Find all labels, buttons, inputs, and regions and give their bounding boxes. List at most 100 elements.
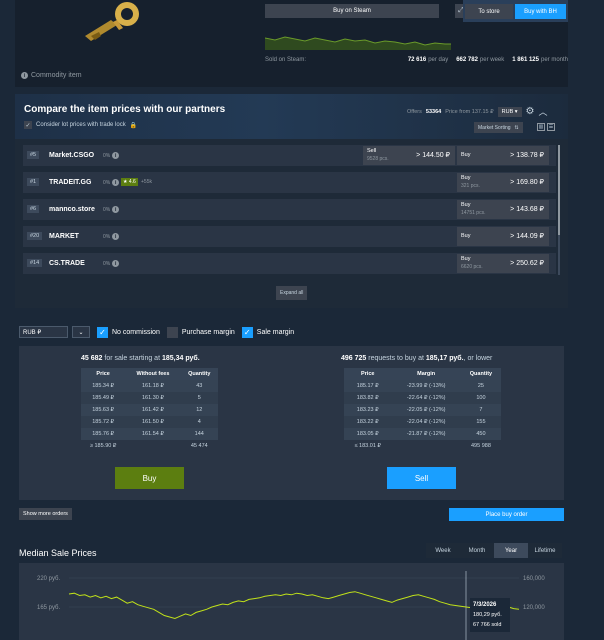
view-toggle: ▥ ☰	[537, 123, 555, 131]
table-cell: -22.05 ₽ (-12%)	[391, 404, 461, 416]
no-commission-checkbox[interactable]: ✓	[97, 326, 108, 338]
table-summary-row: ≤ 183.01 ₽ 495 988	[344, 440, 501, 452]
table-cell: 185.63 ₽	[81, 404, 126, 416]
table-header: Price	[81, 368, 126, 380]
buy-orders-heading: 496 725 requests to buy at 185,17 руб., …	[341, 355, 493, 362]
partner-logo[interactable]: Market.CSGO	[49, 149, 94, 161]
table-cell: 185.17 ₽	[344, 380, 392, 392]
show-more-orders-button[interactable]: Show more orders	[19, 508, 72, 520]
buy-with-bh-button[interactable]: Buy with BH	[515, 4, 566, 19]
chevron-down-icon[interactable]: ⌄	[72, 326, 90, 338]
place-buy-order-button[interactable]: Place buy order	[449, 508, 564, 521]
sell-orders-heading: 45 682 for sale starting at 185,34 руб.	[81, 355, 200, 362]
partner-name: Market.CSGO	[49, 151, 95, 159]
order-filters: RUB ₽ ⌄ ✓ No commission Purchase margin …	[19, 326, 294, 338]
buy-button[interactable]: Buy	[115, 467, 184, 489]
table-row: 183.23 ₽ -22.05 ₽ (-12%) 7	[344, 404, 501, 416]
lot-price-option[interactable]: ✓ Consider lot prices with trade lock 🔒	[24, 121, 137, 129]
info-icon[interactable]: i	[112, 179, 120, 186]
partner-commission: 0% i	[103, 206, 120, 213]
partner-row[interactable]: #5 Market.CSGO 0% i Sell 9528 pcs. > 144.50 ₽ B…	[23, 145, 556, 166]
table-cell: ≤ 183.01 ₽	[344, 440, 392, 452]
grid-view-icon[interactable]: ▥	[537, 123, 545, 131]
table-cell: 450	[460, 428, 501, 440]
table-cell: 144	[180, 428, 218, 440]
partner-rank: #5	[27, 151, 40, 159]
buy-orders-table: Price Margin Quantity 185.17 ₽ -23.99 ₽ (-13…	[344, 368, 501, 452]
purchase-margin-label: Purchase margin	[181, 328, 235, 336]
table-header: Quantity	[180, 368, 218, 380]
buy-on-steam-button[interactable]: Buy on Steam	[265, 4, 439, 18]
table-row: 185.17 ₽ -23.99 ₽ (-13%) 25	[344, 380, 501, 392]
info-icon[interactable]: i	[112, 233, 120, 240]
partner-logo[interactable]: CS.TRADE	[49, 257, 85, 269]
table-cell: 12	[180, 404, 218, 416]
sale-margin-label: Sale margin	[256, 328, 295, 336]
table-cell: 43	[180, 380, 218, 392]
partner-rank: #1	[27, 178, 40, 186]
partner-buy-button[interactable]: Buy > 138.78 ₽	[457, 146, 549, 165]
table-row: 183.22 ₽ -22.04 ₽ (-12%) 155	[344, 416, 501, 428]
table-row: 183.82 ₽ -22.64 ₽ (-12%) 100	[344, 392, 501, 404]
checkbox-icon[interactable]: ✓	[24, 121, 32, 129]
partner-buy-button[interactable]: Buy 6620 pcs. > 250.62 ₽	[457, 254, 549, 273]
info-icon[interactable]: i	[112, 152, 120, 159]
partner-buy-button[interactable]: Buy 14751 pcs. > 143.68 ₽	[457, 200, 549, 219]
table-cell: 495 988	[460, 440, 501, 452]
lock-icon: 🔒	[129, 122, 138, 129]
tab-week[interactable]: Week	[426, 543, 460, 558]
table-row: 185.63 ₽161.42 ₽12	[81, 404, 218, 416]
scrollbar-thumb[interactable]	[558, 145, 560, 235]
table-header: Margin	[391, 368, 461, 380]
currency-dropdown[interactable]: RUB ₽	[19, 326, 68, 338]
table-cell: 185.34 ₽	[81, 380, 126, 392]
partner-buy-button[interactable]: Buy 321 pcs. > 169.80 ₽	[457, 173, 549, 192]
tab-lifetime[interactable]: Lifetime	[528, 543, 562, 558]
y-tick-right: 120,000	[523, 605, 545, 611]
partner-row[interactable]: #14 CS.TRADE 0% i Buy 6620 pcs. > 250.62 ₽	[23, 253, 556, 274]
partner-name: MARKET	[49, 232, 79, 240]
table-cell: 185.72 ₽	[81, 416, 126, 428]
purchase-margin-checkbox[interactable]	[166, 326, 178, 338]
bh-buy-box: To store Buy with BH	[463, 0, 568, 22]
to-store-button[interactable]: To store	[465, 4, 513, 19]
partner-sell-button[interactable]: Sell 9528 pcs. > 144.50 ₽	[363, 146, 455, 165]
tab-month[interactable]: Month	[460, 543, 494, 558]
sale-margin-checkbox[interactable]: ✓	[241, 326, 253, 338]
table-cell: ≥ 185.90 ₽	[81, 440, 126, 452]
market-sorting-button[interactable]: Market Sorting ⇅	[474, 122, 523, 133]
table-cell	[125, 440, 181, 452]
table-cell: 183.22 ₽	[344, 416, 392, 428]
partner-logo[interactable]: MARKET	[49, 230, 79, 242]
sell-button[interactable]: Sell	[387, 467, 456, 489]
info-icon[interactable]: i	[112, 260, 120, 267]
info-icon[interactable]: i	[112, 206, 120, 213]
table-cell: 100	[460, 392, 501, 404]
gear-icon[interactable]: ⚙	[526, 106, 535, 117]
table-cell: 183.05 ₽	[344, 428, 392, 440]
partner-reviews: +55k	[141, 179, 152, 185]
expand-all-button[interactable]: Expand all	[276, 286, 308, 300]
partner-row[interactable]: #6 mannco.store 0% i Buy 14751 pcs. > 143.68 ₽	[23, 199, 556, 220]
partner-logo[interactable]: mannco.store	[49, 203, 95, 215]
currency-select[interactable]: RUB ▾	[497, 106, 522, 117]
table-cell: -21.87 ₽ (-12%)	[391, 428, 461, 440]
partner-logo[interactable]: TRADEIT.GG	[49, 176, 91, 188]
table-row: 185.34 ₽161.18 ₽43	[81, 380, 218, 392]
partner-rank: #14	[27, 259, 43, 267]
list-view-icon[interactable]: ☰	[547, 123, 555, 131]
table-row: 183.05 ₽ -21.87 ₽ (-12%) 450	[344, 428, 501, 440]
table-cell: 161.54 ₽	[125, 428, 181, 440]
partner-row[interactable]: #1 TRADEIT.GG 0% i ★ 4.6 +55k Buy 321 pcs. > 169…	[23, 172, 556, 193]
table-cell: 25	[460, 380, 501, 392]
steam-buy-box: Buy on Steam ⤢	[265, 0, 467, 52]
partner-rank: #6	[27, 205, 40, 213]
chevron-up-icon[interactable]: ︿	[539, 105, 548, 118]
partner-commission: 0% i	[103, 260, 120, 267]
table-cell: -22.64 ₽ (-12%)	[391, 392, 461, 404]
partners-panel: Compare the item prices with our partner…	[15, 94, 568, 308]
partner-buy-button[interactable]: Buy > 144.09 ₽	[457, 227, 549, 246]
table-cell: 161.30 ₽	[125, 392, 181, 404]
tab-year[interactable]: Year	[494, 543, 528, 558]
partner-row[interactable]: #20 MARKET 0% i Buy > 144.09 ₽	[23, 226, 556, 247]
